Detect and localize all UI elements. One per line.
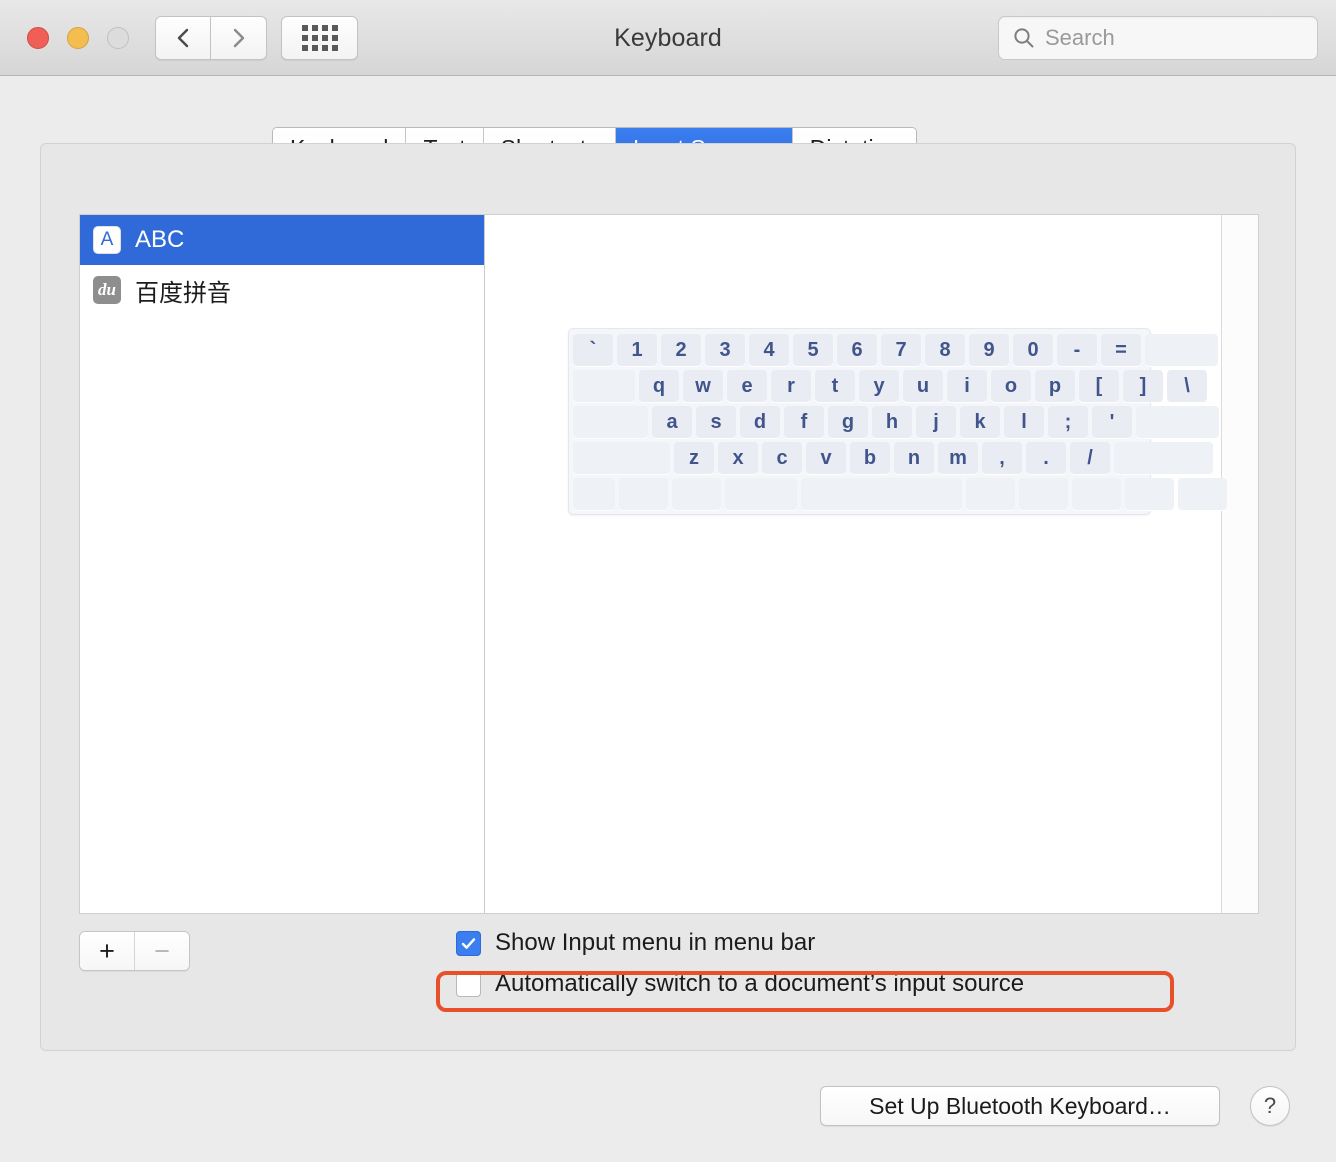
key-option-right[interactable]	[1019, 478, 1068, 510]
show-input-menu-label: Show Input menu in menu bar	[495, 929, 816, 956]
key-equals[interactable]: =	[1101, 334, 1141, 366]
key-z[interactable]: z	[674, 442, 714, 474]
key-shift-right[interactable]	[1114, 442, 1213, 474]
key-a[interactable]: a	[652, 406, 692, 438]
key-h[interactable]: h	[872, 406, 912, 438]
key-slash[interactable]: /	[1070, 442, 1110, 474]
key-delete[interactable]	[1145, 334, 1218, 366]
key-comma[interactable]: ,	[982, 442, 1022, 474]
key-tab[interactable]	[573, 370, 635, 402]
input-sources-container: A ABC du 百度拼音 ` 1 2 3 4 5 6 7 8 9 0 - = …	[79, 214, 1259, 914]
key-d[interactable]: d	[740, 406, 780, 438]
auto-switch-checkbox-row[interactable]: Automatically switch to a document’s inp…	[456, 970, 1024, 998]
add-input-source-button[interactable]: +	[80, 932, 135, 970]
input-source-label: ABC	[135, 226, 185, 253]
key-f[interactable]: f	[784, 406, 824, 438]
key-1[interactable]: 1	[617, 334, 657, 366]
key-n[interactable]: n	[894, 442, 934, 474]
key-backtick[interactable]: `	[573, 334, 613, 366]
key-b[interactable]: b	[850, 442, 890, 474]
key-j[interactable]: j	[916, 406, 956, 438]
key-control[interactable]	[619, 478, 668, 510]
remove-input-source-button: −	[135, 932, 189, 970]
set-up-bluetooth-keyboard-button[interactable]: Set Up Bluetooth Keyboard…	[820, 1086, 1220, 1126]
key-9[interactable]: 9	[969, 334, 1009, 366]
key-y[interactable]: y	[859, 370, 899, 402]
help-button[interactable]: ?	[1250, 1086, 1290, 1126]
list-item[interactable]: du 百度拼音	[80, 265, 484, 315]
input-sources-pane: A ABC du 百度拼音 ` 1 2 3 4 5 6 7 8 9 0 - = …	[40, 143, 1296, 1051]
keyboard-row-home: a s d f g h j k l ; '	[573, 406, 1219, 438]
key-2[interactable]: 2	[661, 334, 701, 366]
key-bracket-left[interactable]: [	[1079, 370, 1119, 402]
checkbox-checked-icon[interactable]	[456, 930, 481, 956]
window-titlebar: Keyboard Search	[0, 0, 1336, 76]
keyboard-row-bottom-letters: z x c v b n m , . /	[573, 442, 1213, 474]
key-5[interactable]: 5	[793, 334, 833, 366]
key-q[interactable]: q	[639, 370, 679, 402]
key-arrow-right[interactable]	[1178, 478, 1227, 510]
key-l[interactable]: l	[1004, 406, 1044, 438]
search-field[interactable]: Search	[998, 16, 1318, 60]
input-sources-list: A ABC du 百度拼音	[80, 215, 485, 913]
key-minus[interactable]: -	[1057, 334, 1097, 366]
key-c[interactable]: c	[762, 442, 802, 474]
key-m[interactable]: m	[938, 442, 978, 474]
key-shift-left[interactable]	[573, 442, 670, 474]
key-7[interactable]: 7	[881, 334, 921, 366]
search-placeholder: Search	[1045, 25, 1115, 50]
key-4[interactable]: 4	[749, 334, 789, 366]
key-u[interactable]: u	[903, 370, 943, 402]
key-command-right[interactable]	[966, 478, 1015, 510]
key-i[interactable]: i	[947, 370, 987, 402]
key-r[interactable]: r	[771, 370, 811, 402]
key-p[interactable]: p	[1035, 370, 1075, 402]
input-source-label: 百度拼音	[135, 279, 231, 307]
key-g[interactable]: g	[828, 406, 868, 438]
virtual-keyboard: ` 1 2 3 4 5 6 7 8 9 0 - = q w e r t y u …	[568, 328, 1227, 515]
keyboard-layout-preview: ` 1 2 3 4 5 6 7 8 9 0 - = q w e r t y u …	[485, 215, 1227, 913]
key-capslock[interactable]	[573, 406, 648, 438]
key-e[interactable]: e	[727, 370, 767, 402]
key-o[interactable]: o	[991, 370, 1031, 402]
preview-scroll-gutter[interactable]	[1221, 215, 1258, 913]
key-space[interactable]	[801, 478, 962, 510]
key-v[interactable]: v	[806, 442, 846, 474]
key-command-left[interactable]	[725, 478, 797, 510]
key-x[interactable]: x	[718, 442, 758, 474]
key-0[interactable]: 0	[1013, 334, 1053, 366]
keyboard-row-numbers: ` 1 2 3 4 5 6 7 8 9 0 - =	[573, 334, 1218, 366]
list-edit-buttons: + −	[79, 931, 190, 971]
show-input-menu-checkbox-row[interactable]: Show Input menu in menu bar	[456, 929, 815, 957]
keyboard-row-qwerty: q w e r t y u i o p [ ] \	[573, 370, 1207, 402]
key-backslash[interactable]: \	[1167, 370, 1207, 402]
key-k[interactable]: k	[960, 406, 1000, 438]
key-arrow-left[interactable]	[1072, 478, 1121, 510]
key-3[interactable]: 3	[705, 334, 745, 366]
keyboard-row-modifiers	[573, 478, 1227, 510]
key-period[interactable]: .	[1026, 442, 1066, 474]
checkbox-unchecked-icon[interactable]	[456, 971, 481, 997]
key-s[interactable]: s	[696, 406, 736, 438]
key-w[interactable]: w	[683, 370, 723, 402]
key-return[interactable]	[1136, 406, 1219, 438]
baidu-pinyin-input-source-icon: du	[93, 276, 121, 304]
auto-switch-label: Automatically switch to a document’s inp…	[495, 970, 1025, 997]
key-semicolon[interactable]: ;	[1048, 406, 1088, 438]
key-fn[interactable]	[573, 478, 615, 510]
key-bracket-right[interactable]: ]	[1123, 370, 1163, 402]
key-8[interactable]: 8	[925, 334, 965, 366]
key-quote[interactable]: '	[1092, 406, 1132, 438]
key-6[interactable]: 6	[837, 334, 877, 366]
search-icon	[1013, 27, 1035, 49]
abc-input-source-icon: A	[93, 226, 121, 254]
list-item[interactable]: A ABC	[80, 215, 484, 265]
key-option-left[interactable]	[672, 478, 721, 510]
key-arrow-up-down[interactable]	[1125, 478, 1174, 510]
key-t[interactable]: t	[815, 370, 855, 402]
